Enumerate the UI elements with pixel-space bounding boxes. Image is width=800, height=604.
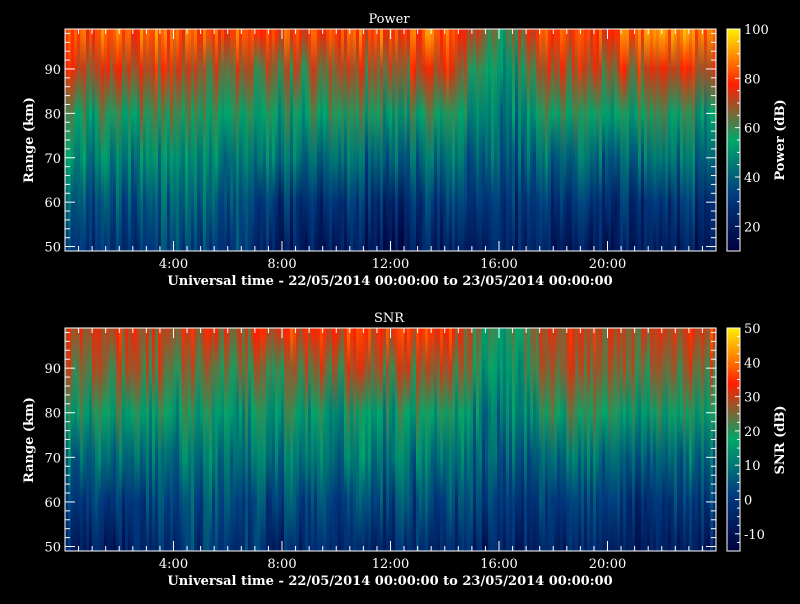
colorbar-tick-label: 80 xyxy=(744,72,761,87)
x-tick-label: 8:00 xyxy=(267,257,296,272)
colorbar-tick-label: 20 xyxy=(744,425,761,440)
snr-title: SNR xyxy=(374,311,405,326)
colorbar-tick-label: 40 xyxy=(744,171,761,186)
power-heatmap xyxy=(65,29,717,251)
power-colorbar-label: Power (dB) xyxy=(773,99,788,180)
power-x-axis-label: Universal time - 22/05/2014 00:00:00 to … xyxy=(167,274,612,289)
snr-colorbar-label: SNR (dB) xyxy=(773,406,788,475)
x-tick-label: 20:00 xyxy=(589,557,626,572)
x-tick-label: 20:00 xyxy=(589,257,626,272)
y-tick-label: 90 xyxy=(44,63,61,78)
x-tick-label: 8:00 xyxy=(267,557,296,572)
colorbar-tick-label: 20 xyxy=(744,220,761,235)
colorbar-tick-label: 60 xyxy=(744,122,761,137)
y-tick-label: 50 xyxy=(44,541,61,556)
colorbar-tick-label: 40 xyxy=(744,356,761,371)
x-tick-label: 16:00 xyxy=(480,557,517,572)
radar-chart-figure: Power 4:00 8:00 12:00 16:00 20:00 50 60 70 80 90… xyxy=(22,12,788,589)
power-y-axis-label: Range (km) xyxy=(22,97,37,183)
snr-y-axis-label: Range (km) xyxy=(22,397,37,483)
colorbar-tick-label: 30 xyxy=(744,391,761,406)
colorbar-tick-label: 50 xyxy=(744,322,761,337)
y-tick-label: 80 xyxy=(44,407,61,422)
y-tick-label: 70 xyxy=(44,152,61,167)
x-tick-label: 4:00 xyxy=(159,557,188,572)
snr-heatmap xyxy=(65,328,717,551)
x-tick-label: 12:00 xyxy=(372,257,409,272)
y-tick-label: 90 xyxy=(44,362,61,377)
x-tick-label: 4:00 xyxy=(159,257,188,272)
y-tick-label: 60 xyxy=(44,496,61,511)
y-tick-label: 70 xyxy=(44,451,61,466)
x-tick-label: 16:00 xyxy=(480,257,517,272)
y-tick-label: 60 xyxy=(44,196,61,211)
colorbar-tick-label: 10 xyxy=(744,459,761,474)
y-tick-label: 50 xyxy=(44,241,61,256)
colorbar-tick-label: -10 xyxy=(744,528,765,543)
colorbar-tick-label: 100 xyxy=(744,23,769,38)
x-tick-label: 12:00 xyxy=(372,557,409,572)
power-panel: Power 4:00 8:00 12:00 16:00 20:00 50 60 70 80 90… xyxy=(22,12,788,289)
y-tick-label: 80 xyxy=(44,107,61,122)
snr-x-axis-label: Universal time - 22/05/2014 00:00:00 to … xyxy=(167,574,612,589)
colorbar-tick-label: 0 xyxy=(744,494,752,509)
snr-panel: SNR 4:00 8:00 12:00 16:00 20:00 50 60 70 80 90 U… xyxy=(22,311,788,589)
power-title: Power xyxy=(368,12,410,27)
